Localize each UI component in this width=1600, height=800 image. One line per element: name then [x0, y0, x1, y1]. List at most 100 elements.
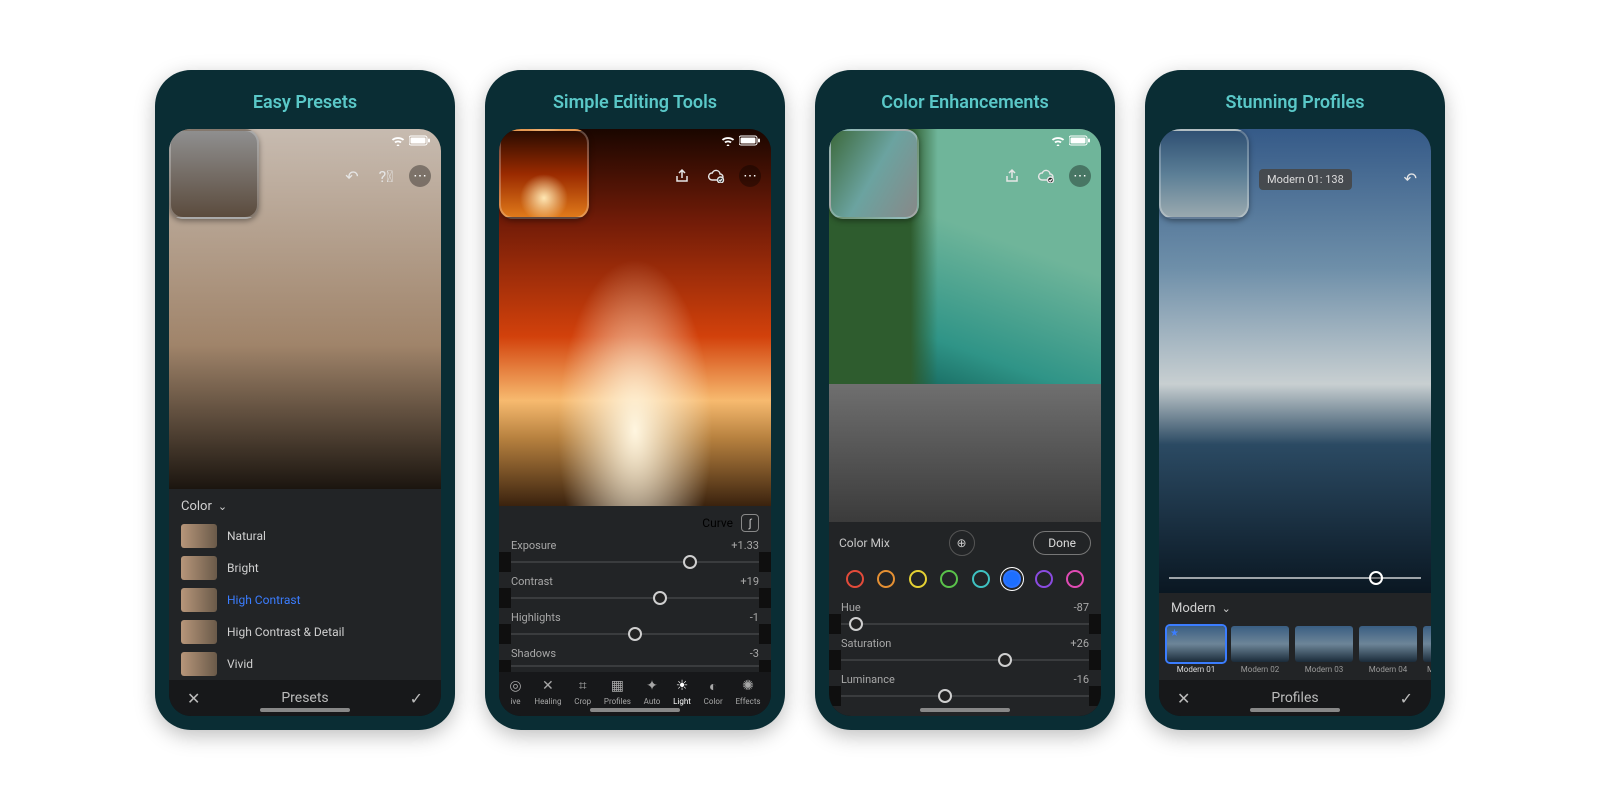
- chevron-down-icon: ⌄: [1222, 602, 1231, 615]
- slider-knob[interactable]: [998, 653, 1012, 667]
- color-icon: ◐: [709, 678, 717, 694]
- effects-tool[interactable]: ✺Effects: [735, 678, 760, 706]
- swatch-blue[interactable]: [1003, 570, 1021, 588]
- confirm-button[interactable]: ✓: [1400, 689, 1413, 708]
- promo-title: Easy Presets: [169, 84, 441, 129]
- profile-item[interactable]: Modern 03: [1295, 626, 1353, 674]
- exposure-slider[interactable]: [511, 552, 759, 572]
- slider-header: Shadows -3: [499, 644, 771, 660]
- preset-thumb: [181, 588, 217, 612]
- light-tool[interactable]: ☀Light: [673, 678, 691, 706]
- preset-item[interactable]: High Contrast & Detail: [169, 616, 441, 648]
- slider-value: -16: [1074, 673, 1089, 686]
- profile-thumb: [1231, 626, 1289, 662]
- slider-value: +26: [1070, 637, 1089, 650]
- slider-value: -1: [750, 611, 759, 624]
- cancel-button[interactable]: ✕: [187, 689, 200, 708]
- target-adjust-icon[interactable]: ⊕: [949, 530, 975, 556]
- tool-label: Auto: [644, 697, 661, 706]
- preset-item[interactable]: Vivid: [169, 648, 441, 680]
- slider-header: Contrast +19: [499, 572, 771, 588]
- slider-header: Luminance -16: [829, 670, 1101, 686]
- swatch-red[interactable]: [846, 570, 864, 588]
- help-icon[interactable]: ?⃝: [375, 165, 397, 187]
- contrast-slider[interactable]: [511, 588, 759, 608]
- slider-knob[interactable]: [938, 689, 952, 703]
- wifi-icon: [721, 135, 735, 149]
- done-button[interactable]: Done: [1033, 531, 1091, 555]
- wifi-icon: [391, 135, 405, 149]
- preset-category-toggle[interactable]: Color ⌄: [169, 489, 441, 520]
- slider-knob[interactable]: [1369, 571, 1383, 585]
- luminance-slider[interactable]: [841, 686, 1089, 706]
- slider-knob[interactable]: [849, 617, 863, 631]
- cloud-synced-icon[interactable]: [705, 165, 727, 187]
- crop-tool[interactable]: ⌗Crop: [574, 678, 591, 706]
- swatch-aqua[interactable]: [972, 570, 990, 588]
- share-icon[interactable]: [671, 165, 693, 187]
- undo-icon[interactable]: ↶: [341, 165, 363, 187]
- slider-value: -3: [750, 647, 759, 660]
- profile-item[interactable]: ★ Modern 01: [1167, 626, 1225, 674]
- bottom-title: Presets: [281, 690, 328, 706]
- more-icon[interactable]: ⋯: [1069, 165, 1091, 187]
- preset-item[interactable]: Natural: [169, 520, 441, 552]
- preset-item[interactable]: Bright: [169, 552, 441, 584]
- before-thumbnail[interactable]: [169, 129, 259, 219]
- bandage-icon: ✕: [542, 678, 554, 694]
- color-mix-label: Color Mix: [839, 536, 890, 550]
- favorite-star-icon: ★: [1170, 628, 1179, 639]
- profile-group-toggle[interactable]: Modern ⌄: [1159, 593, 1431, 622]
- tool-label: Effects: [735, 697, 760, 706]
- preset-label: Bright: [227, 561, 259, 575]
- highlights-slider[interactable]: [511, 624, 759, 644]
- slider-knob[interactable]: [683, 555, 697, 569]
- auto-tool[interactable]: ✦Auto: [644, 678, 661, 706]
- hue-slider[interactable]: [841, 614, 1089, 634]
- profile-item[interactable]: Modern 02: [1231, 626, 1289, 674]
- battery-icon: [1069, 135, 1091, 149]
- before-thumbnail[interactable]: [499, 129, 589, 219]
- swatch-magenta[interactable]: [1066, 570, 1084, 588]
- app-screen: ↶ ?⃝ ⋯ Color ⌄ Natural Bright High Contr…: [169, 129, 441, 716]
- color-tool[interactable]: ◐ Color: [704, 678, 723, 706]
- preset-thumb: [181, 652, 217, 676]
- swatch-purple[interactable]: [1035, 570, 1053, 588]
- selective-tool[interactable]: ◎ive: [509, 678, 521, 706]
- healing-tool[interactable]: ✕Healing: [534, 678, 561, 706]
- app-screen: Modern 01: 138 ↶ Modern ⌄ ★ Modern 01 Mo…: [1159, 129, 1431, 716]
- profile-item[interactable]: Modern 04: [1359, 626, 1417, 674]
- confirm-button[interactable]: ✓: [410, 689, 423, 708]
- before-thumbnail[interactable]: [1159, 129, 1249, 219]
- phone-color-enhancements: Color Enhancements ⋯ Color Mix ⊕ Done: [815, 70, 1115, 730]
- profiles-tool[interactable]: ▦Profiles: [604, 678, 631, 706]
- preset-item[interactable]: High Contrast: [169, 584, 441, 616]
- saturation-slider[interactable]: [841, 650, 1089, 670]
- profile-label: Modern 02: [1241, 665, 1279, 674]
- top-icon-row: ↶ ?⃝ ⋯: [341, 165, 431, 187]
- undo-icon[interactable]: ↶: [1404, 169, 1417, 188]
- profile-amount-slider[interactable]: [1169, 569, 1421, 587]
- more-icon[interactable]: ⋯: [739, 165, 761, 187]
- curve-icon[interactable]: ∫: [741, 514, 759, 532]
- slider-knob[interactable]: [628, 627, 642, 641]
- light-icon: ☀: [676, 678, 689, 694]
- battery-icon: [739, 135, 761, 149]
- share-icon[interactable]: [1001, 165, 1023, 187]
- cancel-button[interactable]: ✕: [1177, 689, 1190, 708]
- swatch-orange[interactable]: [877, 570, 895, 588]
- before-thumbnail[interactable]: [829, 129, 919, 219]
- tool-label: Color: [704, 697, 723, 706]
- shadows-slider[interactable]: [511, 660, 759, 672]
- profile-thumb: [1423, 626, 1431, 662]
- slider-knob[interactable]: [653, 591, 667, 605]
- profile-label: Moo: [1427, 665, 1431, 674]
- preset-label: High Contrast & Detail: [227, 625, 344, 639]
- preset-thumb: [181, 620, 217, 644]
- profiles-icon: ▦: [611, 678, 624, 694]
- profile-item[interactable]: Moo: [1423, 626, 1431, 674]
- swatch-yellow[interactable]: [909, 570, 927, 588]
- cloud-synced-icon[interactable]: [1035, 165, 1057, 187]
- swatch-green[interactable]: [940, 570, 958, 588]
- more-icon[interactable]: ⋯: [409, 165, 431, 187]
